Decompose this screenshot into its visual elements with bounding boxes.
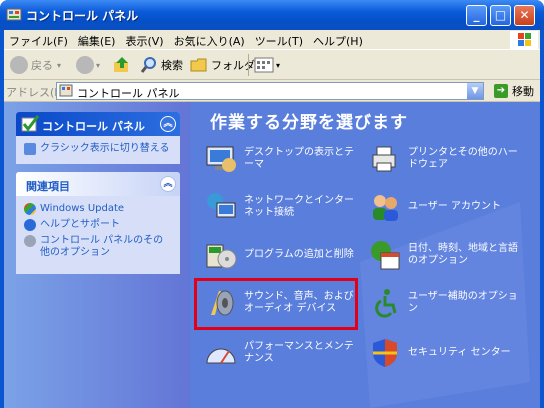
- forward-button[interactable]: ▾: [76, 54, 100, 76]
- go-arrow-icon: ➔: [494, 84, 508, 98]
- menu-edit[interactable]: 編集(E): [73, 30, 121, 52]
- category-printers[interactable]: プリンタとその他のハードウェア: [368, 142, 526, 176]
- windows-update-label: Windows Update: [40, 203, 125, 214]
- category-accessibility-label: ユーザー補助のオプション: [408, 291, 518, 314]
- search-icon: [140, 57, 156, 73]
- go-button[interactable]: ➔ 移動: [494, 82, 534, 100]
- category-security[interactable]: セキュリティ センター: [368, 336, 511, 370]
- category-programs-label: プログラムの追加と削除: [244, 249, 354, 260]
- windows-update-link[interactable]: Windows Update: [24, 203, 172, 215]
- back-button[interactable]: 戻る ▾: [10, 54, 61, 76]
- folder-icon: [190, 58, 207, 72]
- help-support-label: ヘルプとサポート: [40, 219, 120, 230]
- control-panel-icon: [6, 8, 22, 21]
- address-field[interactable]: コントロール パネル ▼: [56, 82, 484, 100]
- calendar-icon: [368, 238, 402, 272]
- up-folder-button[interactable]: [112, 54, 132, 76]
- category-users[interactable]: ユーザー アカウント: [368, 190, 501, 224]
- network-icon: [204, 190, 238, 224]
- task-card-title: コントロール パネル: [42, 120, 145, 133]
- close-button[interactable]: ✕: [514, 5, 535, 26]
- category-network[interactable]: ネットワークとインターネット接続: [204, 190, 362, 224]
- classic-view-icon: [24, 143, 36, 155]
- performance-icon: [204, 336, 238, 370]
- search-label: 検索: [161, 59, 183, 72]
- task-card-header[interactable]: コントロール パネル ︽: [16, 112, 180, 136]
- back-dropdown-icon: ▾: [57, 60, 62, 70]
- toolbar-separator: [248, 54, 249, 76]
- help-support-link[interactable]: ヘルプとサポート: [24, 219, 172, 231]
- task-pane: コントロール パネル ︽ クラシック表示に切り替える 関連項目 ︽ Window…: [4, 102, 190, 408]
- views-grid-icon: [254, 57, 274, 73]
- gear-icon: [24, 235, 36, 247]
- collapse-chevron-icon[interactable]: ︽: [160, 176, 176, 192]
- category-performance[interactable]: パフォーマンスとメンテナンス: [204, 336, 362, 370]
- go-label: 移動: [512, 85, 534, 98]
- window-title: コントロール パネル: [26, 9, 139, 23]
- menu-help[interactable]: ヘルプ(H): [308, 30, 368, 52]
- category-accessibility[interactable]: ユーザー補助のオプション: [368, 286, 526, 320]
- maximize-button[interactable]: □: [490, 5, 511, 26]
- see-also-body: Windows Update ヘルプとサポート コントロール パネルのその他のオ…: [16, 196, 180, 270]
- highlight-box: [194, 278, 358, 330]
- back-arrow-icon: [10, 56, 28, 74]
- category-programs[interactable]: プログラムの追加と削除: [204, 238, 354, 272]
- category-desktop[interactable]: デスクトップの表示とテーマ: [204, 142, 362, 176]
- switch-classic-view-link[interactable]: クラシック表示に切り替える: [24, 143, 172, 155]
- main-heading: 作業する分野を選びます: [210, 113, 408, 133]
- other-options-label: コントロール パネルのその他のオプション: [40, 235, 164, 258]
- menu-file[interactable]: ファイル(F): [4, 30, 73, 52]
- switch-classic-view-label: クラシック表示に切り替える: [40, 143, 170, 154]
- category-users-label: ユーザー アカウント: [408, 201, 501, 212]
- category-datetime[interactable]: 日付、時刻、地域と言語のオプション: [368, 238, 526, 272]
- control-panel-task-card: コントロール パネル ︽ クラシック表示に切り替える: [16, 112, 180, 164]
- back-label: 戻る: [31, 59, 53, 72]
- minimize-button[interactable]: _: [466, 5, 487, 26]
- windows-update-icon: [24, 203, 36, 215]
- views-button[interactable]: ▾: [254, 54, 280, 76]
- collapse-chevron-icon[interactable]: ︽: [160, 116, 176, 132]
- address-value: コントロール パネル: [77, 87, 180, 100]
- explorer-window: コントロール パネル _ □ ✕ ファイル(F) 編集(E) 表示(V) お気に入り(…: [0, 0, 544, 408]
- category-desktop-label: デスクトップの表示とテーマ: [244, 147, 354, 170]
- menu-view[interactable]: 表示(V): [120, 30, 168, 52]
- control-panel-checkmark-icon: [21, 115, 40, 132]
- programs-icon: [204, 238, 238, 272]
- category-printers-label: プリンタとその他のハードウェア: [408, 147, 518, 170]
- see-also-title: 関連項目: [26, 180, 70, 193]
- other-options-link[interactable]: コントロール パネルのその他のオプション: [24, 235, 172, 259]
- display-icon: [204, 142, 238, 176]
- category-pane: 作業する分野を選びます デスクトップの表示とテーマ プリンタとその他のハードウェ…: [190, 102, 540, 408]
- category-security-label: セキュリティ センター: [408, 347, 511, 358]
- menu-tools[interactable]: ツール(T): [250, 30, 308, 52]
- up-folder-icon: [114, 57, 128, 72]
- standard-toolbar: 戻る ▾ ▾ 検索 フォルダ ▾: [4, 50, 540, 80]
- printer-icon: [368, 142, 402, 176]
- address-dropdown-icon[interactable]: ▼: [467, 83, 483, 99]
- category-performance-label: パフォーマンスとメンテナンス: [244, 341, 354, 364]
- menu-favorites[interactable]: お気に入り(A): [169, 30, 250, 52]
- search-button[interactable]: 検索: [140, 54, 183, 76]
- see-also-card: 関連項目 ︽ Windows Update ヘルプとサポート コントロール パネ…: [16, 172, 180, 274]
- folders-button[interactable]: フォルダ: [190, 54, 255, 76]
- accessibility-icon: [368, 286, 402, 320]
- menu-bar: ファイル(F) 編集(E) 表示(V) お気に入り(A) ツール(T) ヘルプ(H): [4, 30, 540, 50]
- forward-arrow-icon: [76, 56, 94, 74]
- forward-dropdown-icon: ▾: [96, 60, 101, 70]
- task-card-body: クラシック表示に切り替える: [16, 136, 180, 166]
- users-icon: [368, 190, 402, 224]
- title-bar[interactable]: コントロール パネル _ □ ✕: [0, 0, 544, 30]
- control-panel-small-icon: [59, 84, 73, 97]
- category-network-label: ネットワークとインターネット接続: [244, 195, 354, 218]
- help-icon: [24, 219, 36, 231]
- security-shield-icon: [368, 336, 402, 370]
- address-bar: アドレス(D) コントロール パネル ▼ ➔ 移動: [4, 80, 540, 102]
- views-dropdown-icon: ▾: [276, 60, 281, 70]
- category-datetime-label: 日付、時刻、地域と言語のオプション: [408, 243, 518, 266]
- see-also-header[interactable]: 関連項目 ︽: [16, 172, 180, 196]
- windows-logo-icon: [510, 31, 538, 49]
